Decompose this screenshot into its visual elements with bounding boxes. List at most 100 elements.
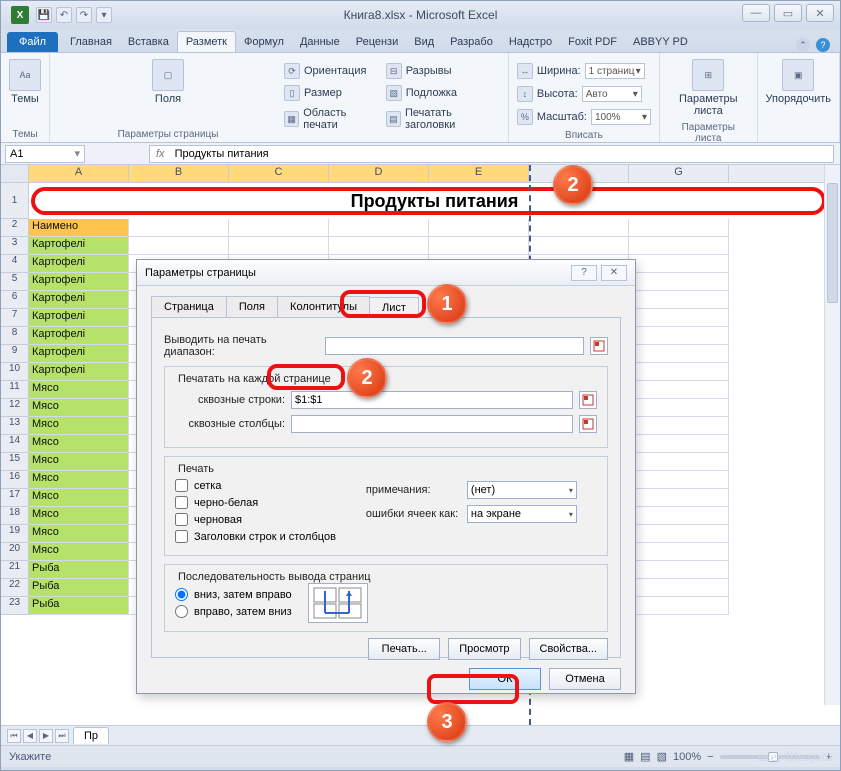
fx-icon[interactable]: fx [150, 148, 171, 160]
view-layout-icon[interactable]: ▤ [640, 750, 650, 763]
row-header-14[interactable]: 14 [1, 435, 29, 453]
cell-a4[interactable]: Картофелі [29, 255, 129, 273]
cancel-button[interactable]: Отмена [549, 668, 621, 690]
ribbon-minimize-icon[interactable]: ⌃ [796, 38, 810, 52]
cell-a11[interactable]: Мясо [29, 381, 129, 399]
print-area-button[interactable]: ▦Область печати [284, 105, 380, 133]
scale-combo[interactable]: 100%▾ [591, 109, 651, 125]
dialog-titlebar[interactable]: Параметры страницы ? ✕ [137, 260, 635, 286]
col-header-c[interactable]: C [229, 165, 329, 182]
chk-bw[interactable]: черно-белая [175, 496, 336, 509]
tab-addins[interactable]: Надстро [501, 32, 560, 52]
row-header-12[interactable]: 12 [1, 399, 29, 417]
errors-combo[interactable]: на экране▾ [467, 505, 577, 523]
view-break-icon[interactable]: ▧ [657, 750, 667, 763]
width-combo[interactable]: 1 страниц▾ [585, 63, 645, 79]
print-range-ref-button[interactable] [590, 337, 608, 355]
cell-a20[interactable]: Мясо [29, 543, 129, 561]
row-header-11[interactable]: 11 [1, 381, 29, 399]
cell-a19[interactable]: Мясо [29, 525, 129, 543]
zoom-out-icon[interactable]: − [707, 751, 713, 763]
row-header-9[interactable]: 9 [1, 345, 29, 363]
row-header-7[interactable]: 7 [1, 309, 29, 327]
cell-a21[interactable]: Рыба [29, 561, 129, 579]
tab-developer[interactable]: Разрабо [442, 32, 501, 52]
save-icon[interactable]: 💾 [36, 7, 52, 23]
name-box[interactable]: A1▾ [5, 145, 85, 163]
margins-button[interactable]: ▢ Поля [58, 57, 278, 107]
help-icon[interactable]: ? [816, 38, 830, 52]
cell-a12[interactable]: Мясо [29, 399, 129, 417]
row-header-17[interactable]: 17 [1, 489, 29, 507]
row-header-8[interactable]: 8 [1, 327, 29, 345]
col-header-e[interactable]: E [429, 165, 529, 182]
col-header-g[interactable]: G [629, 165, 729, 182]
vertical-scrollbar[interactable] [824, 165, 840, 705]
row-header-1[interactable]: 1 [1, 183, 29, 219]
rows-repeat-input[interactable] [291, 391, 573, 409]
cell-a5[interactable]: Картофелі [29, 273, 129, 291]
row-header-2[interactable]: 2 [1, 219, 29, 237]
print-range-input[interactable] [325, 337, 584, 355]
radio-across-down[interactable]: вправо, затем вниз [175, 605, 292, 618]
cell-a15[interactable]: Мясо [29, 453, 129, 471]
nav-last-icon[interactable]: ⏭ [55, 729, 69, 743]
print-titles-button[interactable]: ▤Печатать заголовки [386, 105, 500, 133]
tab-insert[interactable]: Вставка [120, 32, 177, 52]
cell-a17[interactable]: Мясо [29, 489, 129, 507]
nav-first-icon[interactable]: ⏮ [7, 729, 21, 743]
row-header-13[interactable]: 13 [1, 417, 29, 435]
tab-view[interactable]: Вид [406, 32, 442, 52]
row-header-22[interactable]: 22 [1, 579, 29, 597]
formula-input[interactable]: fx Продукты питания [149, 145, 834, 163]
row-header-16[interactable]: 16 [1, 471, 29, 489]
preview-button[interactable]: Просмотр [448, 638, 520, 660]
row-header-4[interactable]: 4 [1, 255, 29, 273]
select-all-corner[interactable] [1, 165, 29, 182]
tab-data[interactable]: Данные [292, 32, 348, 52]
col-header-b[interactable]: B [129, 165, 229, 182]
tab-foxit[interactable]: Foxit PDF [560, 32, 625, 52]
row-header-15[interactable]: 15 [1, 453, 29, 471]
dialog-help-icon[interactable]: ? [571, 265, 597, 281]
cell-a6[interactable]: Картофелі [29, 291, 129, 309]
tab-margins[interactable]: Поля [226, 296, 278, 317]
arrange-button[interactable]: ▣ Упорядочить [766, 57, 831, 107]
chk-grid[interactable]: сетка [175, 479, 336, 492]
row-header-3[interactable]: 3 [1, 237, 29, 255]
nav-prev-icon[interactable]: ◀ [23, 729, 37, 743]
close-button[interactable]: ✕ [806, 4, 834, 22]
cell-a14[interactable]: Мясо [29, 435, 129, 453]
themes-button[interactable]: Aa Темы [9, 57, 41, 107]
scrollbar-thumb[interactable] [827, 183, 838, 303]
undo-icon[interactable]: ↶ [56, 7, 72, 23]
height-combo[interactable]: Авто▾ [582, 86, 642, 102]
sheet-tab-active[interactable]: Пр [73, 727, 109, 744]
comments-combo[interactable]: (нет)▾ [467, 481, 577, 499]
breaks-button[interactable]: ⊟Разрывы [386, 61, 500, 81]
col-header-a[interactable]: A [29, 165, 129, 182]
maximize-button[interactable]: ▭ [774, 4, 802, 22]
minimize-button[interactable]: — [742, 4, 770, 22]
row-header-20[interactable]: 20 [1, 543, 29, 561]
view-normal-icon[interactable]: ▦ [624, 750, 634, 763]
cell-a18[interactable]: Мясо [29, 507, 129, 525]
cell-a16[interactable]: Мясо [29, 471, 129, 489]
cell-a13[interactable]: Мясо [29, 417, 129, 435]
row-header-6[interactable]: 6 [1, 291, 29, 309]
redo-icon[interactable]: ↷ [76, 7, 92, 23]
tab-page-layout[interactable]: Разметк [177, 31, 236, 52]
tab-file[interactable]: Файл [7, 32, 58, 52]
row-header-10[interactable]: 10 [1, 363, 29, 381]
row-header-18[interactable]: 18 [1, 507, 29, 525]
col-header-d[interactable]: D [329, 165, 429, 182]
cols-repeat-ref-button[interactable] [579, 415, 597, 433]
row-header-23[interactable]: 23 [1, 597, 29, 615]
cell-a7[interactable]: Картофелі [29, 309, 129, 327]
tab-abbyy[interactable]: ABBYY PD [625, 32, 696, 52]
tab-home[interactable]: Главная [62, 32, 120, 52]
print-button[interactable]: Печать... [368, 638, 440, 660]
background-button[interactable]: ▧Подложка [386, 83, 500, 103]
qat-dropdown-icon[interactable]: ▾ [96, 7, 112, 23]
cell-a3[interactable]: Картофелі [29, 237, 129, 255]
